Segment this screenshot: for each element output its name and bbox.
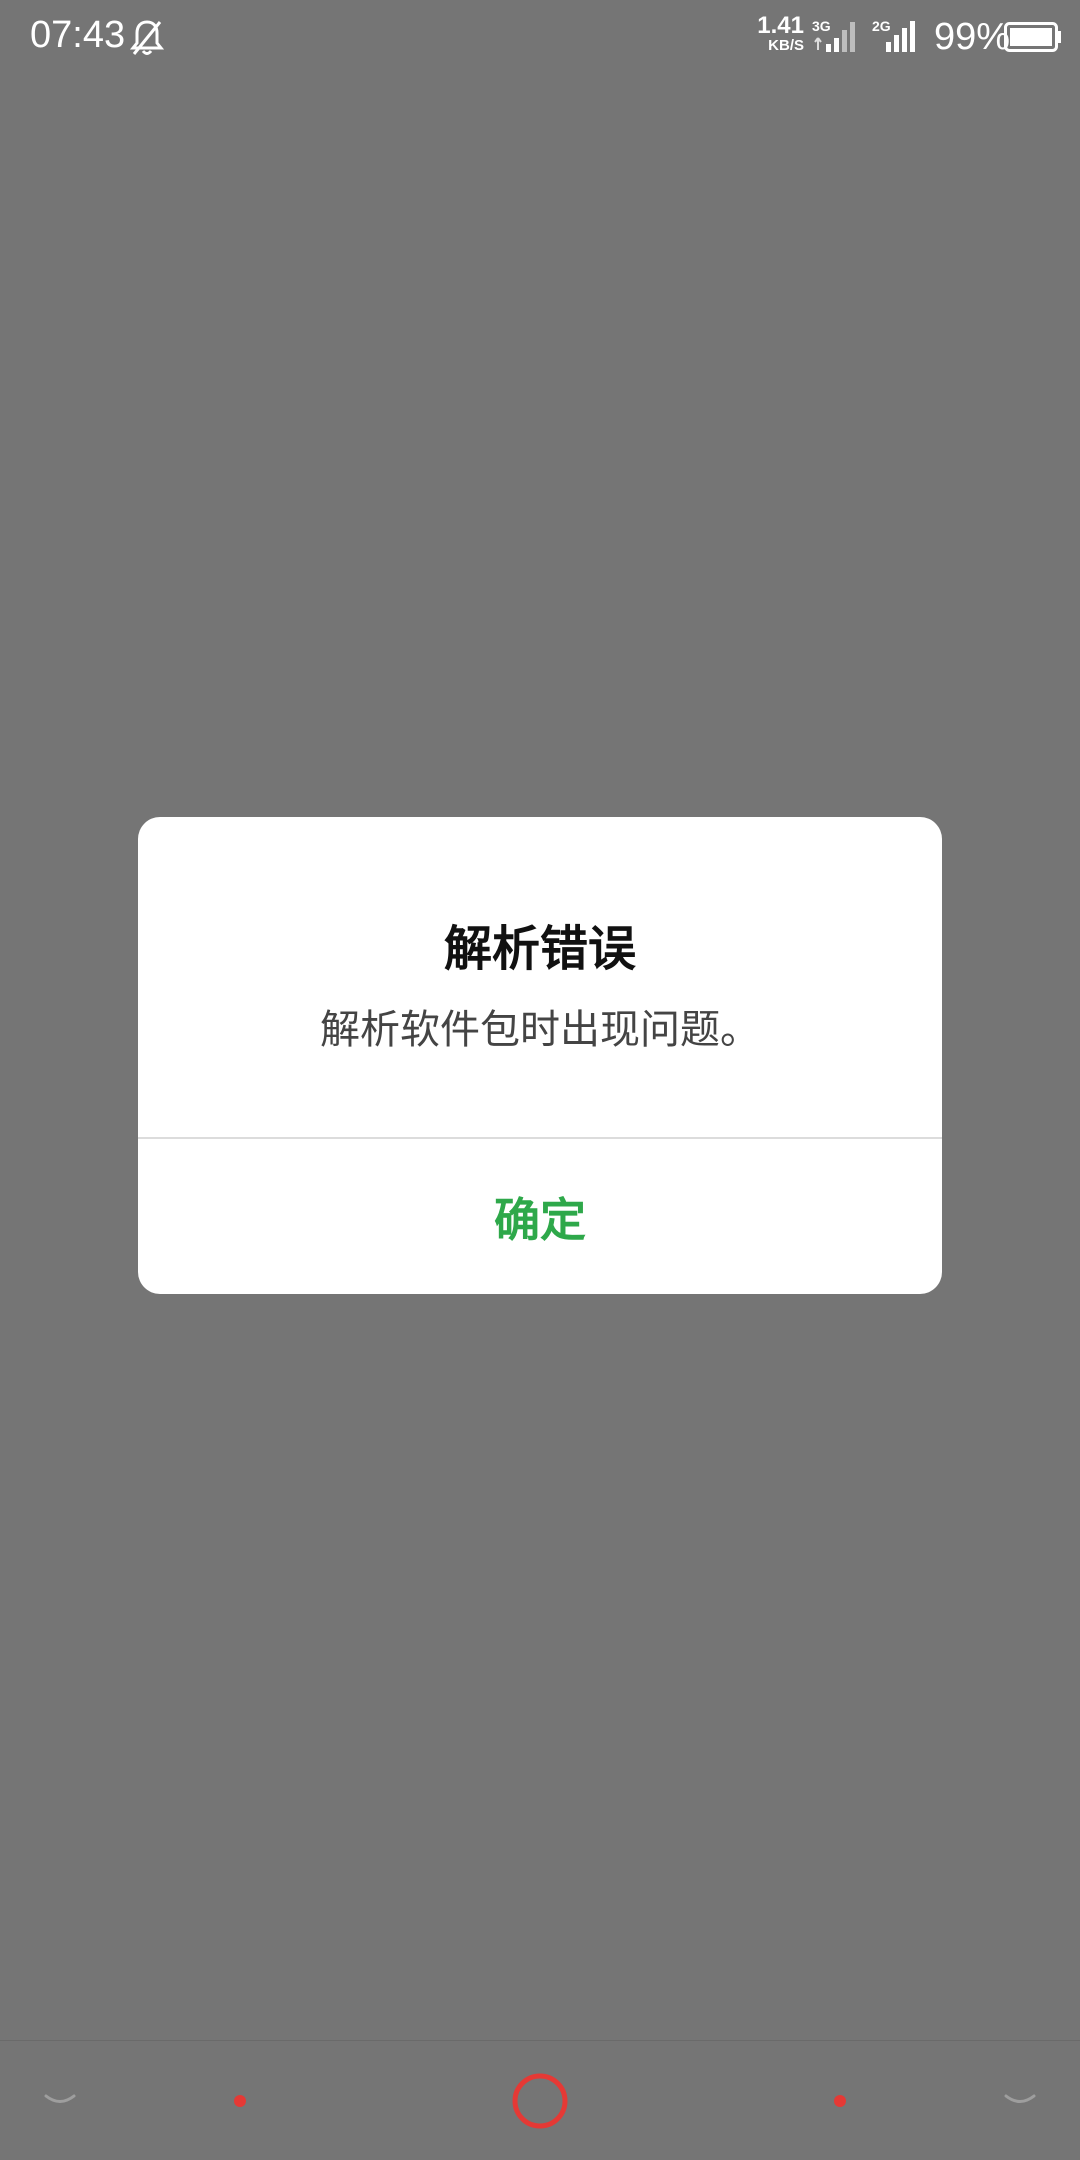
confirm-button[interactable]: 确定 xyxy=(138,1139,942,1294)
nav-back-button[interactable] xyxy=(200,2041,280,2160)
dialog-message: 解析软件包时出现问题。 xyxy=(320,1007,760,1053)
chevron-down-icon xyxy=(44,2094,76,2103)
signal-icon xyxy=(886,21,915,52)
status-bar: 07:43 1.41 KB/S 3G 2G 99% xyxy=(0,0,1080,76)
battery-percent: 99% xyxy=(934,16,1011,58)
status-time: 07:43 xyxy=(30,14,126,56)
nav-left-chevron[interactable] xyxy=(20,2041,100,2160)
navigation-bar xyxy=(0,2040,1080,2160)
dot-icon xyxy=(834,2095,846,2107)
network-speed-value: 1.41 xyxy=(757,12,804,39)
chevron-down-icon xyxy=(1004,2094,1036,2103)
dialog-title: 解析错误 xyxy=(443,921,636,977)
signal-sim2: 2G xyxy=(872,18,922,54)
home-ring-icon xyxy=(512,2073,568,2129)
network-speed-unit: KB/S xyxy=(768,37,804,54)
network-speed: 1.41 KB/S xyxy=(748,14,804,54)
nav-recents-button[interactable] xyxy=(800,2041,880,2160)
signal-sim1: 3G xyxy=(812,18,862,54)
screen: 07:43 1.41 KB/S 3G 2G 99% 解析错误 解析软件包时出现问… xyxy=(0,0,1080,2160)
bell-off-icon xyxy=(130,20,164,55)
dot-icon xyxy=(234,2095,246,2107)
parse-error-dialog: 解析错误 解析软件包时出现问题。 确定 xyxy=(138,817,942,1294)
nav-home-button[interactable] xyxy=(490,2041,590,2160)
battery-icon xyxy=(1004,22,1061,52)
nav-right-chevron[interactable] xyxy=(980,2041,1060,2160)
signal-icon xyxy=(814,22,855,52)
